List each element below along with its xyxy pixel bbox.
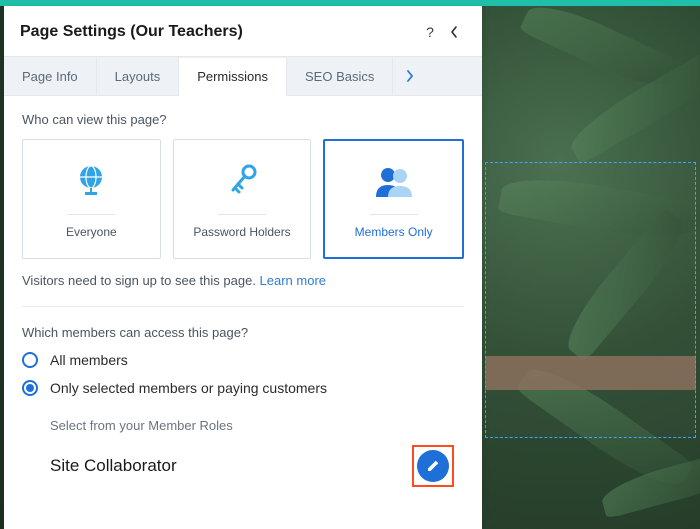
key-icon — [225, 160, 259, 204]
tab-label: Page Info — [22, 69, 78, 84]
page-settings-panel: Page Settings (Our Teachers) ? Page Info… — [4, 6, 482, 529]
pencil-icon — [425, 458, 441, 474]
role-row: Site Collaborator — [50, 445, 464, 487]
radio-label: Only selected members or paying customer… — [50, 380, 327, 396]
tab-seo-basics[interactable]: SEO Basics — [287, 57, 393, 95]
tab-label: Layouts — [115, 69, 161, 84]
tab-label: SEO Basics — [305, 69, 374, 84]
radio-all-members[interactable]: All members — [22, 352, 464, 368]
radio-label: All members — [50, 352, 128, 368]
card-label: Password Holders — [193, 225, 290, 239]
hint-text: Visitors need to sign up to see this pag… — [22, 273, 260, 288]
tab-layouts[interactable]: Layouts — [97, 57, 180, 95]
globe-icon — [72, 160, 110, 204]
panel-header: Page Settings (Our Teachers) ? — [4, 6, 482, 56]
chevron-right-icon — [406, 70, 414, 82]
tab-permissions[interactable]: Permissions — [179, 58, 287, 96]
card-password-holders[interactable]: Password Holders — [173, 139, 312, 259]
card-members-only[interactable]: Members Only — [323, 139, 464, 259]
learn-more-link[interactable]: Learn more — [260, 273, 326, 288]
back-button[interactable] — [442, 20, 466, 44]
help-button[interactable]: ? — [418, 20, 442, 44]
tab-page-info[interactable]: Page Info — [4, 57, 97, 95]
highlight-box — [412, 445, 454, 487]
canvas-selection-region[interactable] — [485, 162, 696, 438]
role-name: Site Collaborator — [50, 456, 177, 476]
card-label: Members Only — [355, 225, 433, 239]
section-divider — [22, 306, 464, 307]
tabs-scroll-right[interactable] — [393, 57, 427, 95]
edit-role-button[interactable] — [417, 450, 449, 482]
tab-label: Permissions — [197, 69, 268, 84]
view-permission-cards: Everyone Password Holders — [22, 139, 464, 259]
settings-tabs: Page Info Layouts Permissions SEO Basics — [4, 56, 482, 96]
radio-icon — [22, 352, 38, 368]
members-icon — [372, 160, 416, 204]
member-roles-subsection: Select from your Member Roles Site Colla… — [22, 418, 464, 487]
radio-icon — [22, 380, 38, 396]
member-roles-label: Select from your Member Roles — [50, 418, 464, 433]
card-everyone[interactable]: Everyone — [22, 139, 161, 259]
panel-title: Page Settings (Our Teachers) — [20, 23, 418, 41]
view-permission-question: Who can view this page? — [22, 112, 464, 127]
panel-body: Who can view this page? Everyone — [4, 96, 482, 529]
signup-hint: Visitors need to sign up to see this pag… — [22, 273, 464, 288]
members-access-question: Which members can access this page? — [22, 325, 464, 340]
card-label: Everyone — [66, 225, 117, 239]
chevron-left-icon — [449, 25, 459, 39]
help-icon: ? — [426, 24, 434, 40]
radio-selected-members[interactable]: Only selected members or paying customer… — [22, 380, 464, 396]
